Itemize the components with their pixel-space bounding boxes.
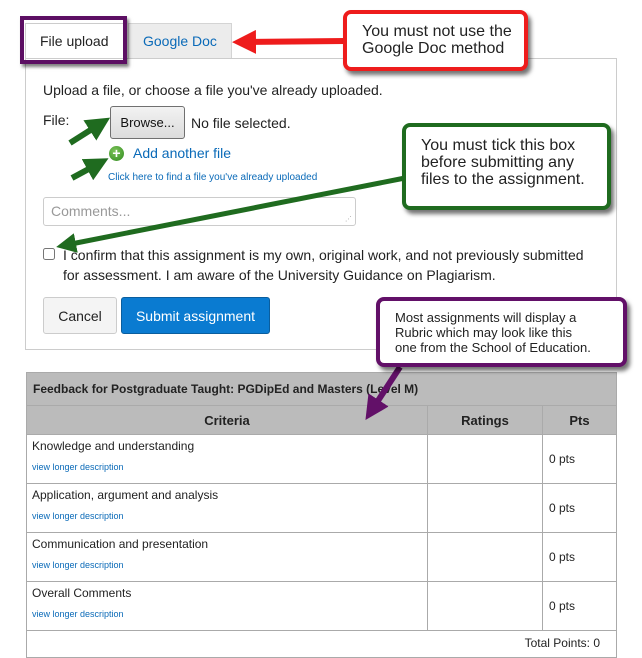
view-longer-description-link[interactable]: view longer description [32,462,422,472]
view-longer-description-link[interactable]: view longer description [32,609,422,619]
tab-highlight-frame [20,16,127,64]
browse-button[interactable]: Browse... [110,106,185,139]
pts-cell: 0 pts [542,434,617,484]
confirm-statement: I confirm that this assignment is my own… [63,247,584,283]
callout-text-line: before submitting any [421,154,574,171]
table-row: Application, argument and analysis view … [26,483,617,533]
callout-rubric-info: Most assignments will display a Rubric w… [376,297,627,367]
callout-text-line: Most assignments will display a [395,310,577,325]
criterion-name: Knowledge and understanding [32,439,195,453]
callout-text-line: Google Doc method [362,40,505,57]
confirm-checkbox[interactable] [43,248,55,260]
callout-text-line: You must tick this box [421,137,576,154]
criterion-cell: Overall Comments view longer description [26,581,428,631]
criterion-name: Application, argument and analysis [32,488,219,502]
view-longer-description-link[interactable]: view longer description [32,511,422,521]
add-another-file-link[interactable]: Add another file [133,145,231,161]
tab-google-doc[interactable]: Google Doc [128,23,232,58]
rating-cell [427,532,543,582]
pts-cell: 0 pts [542,581,617,631]
table-row: Overall Comments view longer description… [26,581,617,631]
cancel-button[interactable]: Cancel [43,297,117,334]
rating-cell [427,483,543,533]
total-row: Total Points: 0 [26,630,617,658]
criterion-cell: Knowledge and understanding view longer … [26,434,428,484]
pts-header: Pts [542,405,617,435]
file-label: File: [43,112,70,128]
red-arrow [232,29,346,54]
rating-cell [427,434,543,484]
rubric-title-row: Feedback for Postgraduate Taught: PGDipE… [26,372,617,406]
pts-cell: 0 pts [542,532,617,582]
callout-tick-box: You must tick this box before submitting… [402,123,611,210]
callout-text-line: one from the School of Education. [395,340,591,355]
submit-assignment-button[interactable]: Submit assignment [121,297,270,334]
criterion-name: Overall Comments [32,586,132,600]
resize-grip-icon[interactable]: ⋰ [345,215,352,223]
rubric-header-row: Criteria Ratings Pts [26,405,617,435]
criterion-name: Communication and presentation [32,537,209,551]
upload-instructions: Upload a file, or choose a file you've a… [43,82,383,98]
criterion-cell: Application, argument and analysis view … [26,483,428,533]
comments-input[interactable] [43,197,356,226]
callout-text-line: Rubric which may look like this [395,325,573,340]
ratings-header: Ratings [427,405,543,435]
file-status: No file selected. [191,115,291,131]
rubric-title: Feedback for Postgraduate Taught: PGDipE… [26,372,617,406]
criteria-header: Criteria [26,405,428,435]
find-uploaded-file-link[interactable]: Click here to find a file you've already… [108,172,317,183]
add-circle-icon[interactable]: + [109,146,124,161]
view-longer-description-link[interactable]: view longer description [32,560,422,570]
rubric-table: Feedback for Postgraduate Taught: PGDipE… [26,372,617,658]
rating-cell [427,581,543,631]
table-row: Communication and presentation view long… [26,532,617,582]
callout-text-line: You must not use the [362,23,512,40]
criterion-cell: Communication and presentation view long… [26,532,428,582]
callout-google-doc-warning: You must not use the Google Doc method [343,10,528,71]
total-points: Total Points: 0 [26,630,617,658]
pts-cell: 0 pts [542,483,617,533]
table-row: Knowledge and understanding view longer … [26,434,617,484]
callout-text-line: files to the assignment. [421,171,585,188]
